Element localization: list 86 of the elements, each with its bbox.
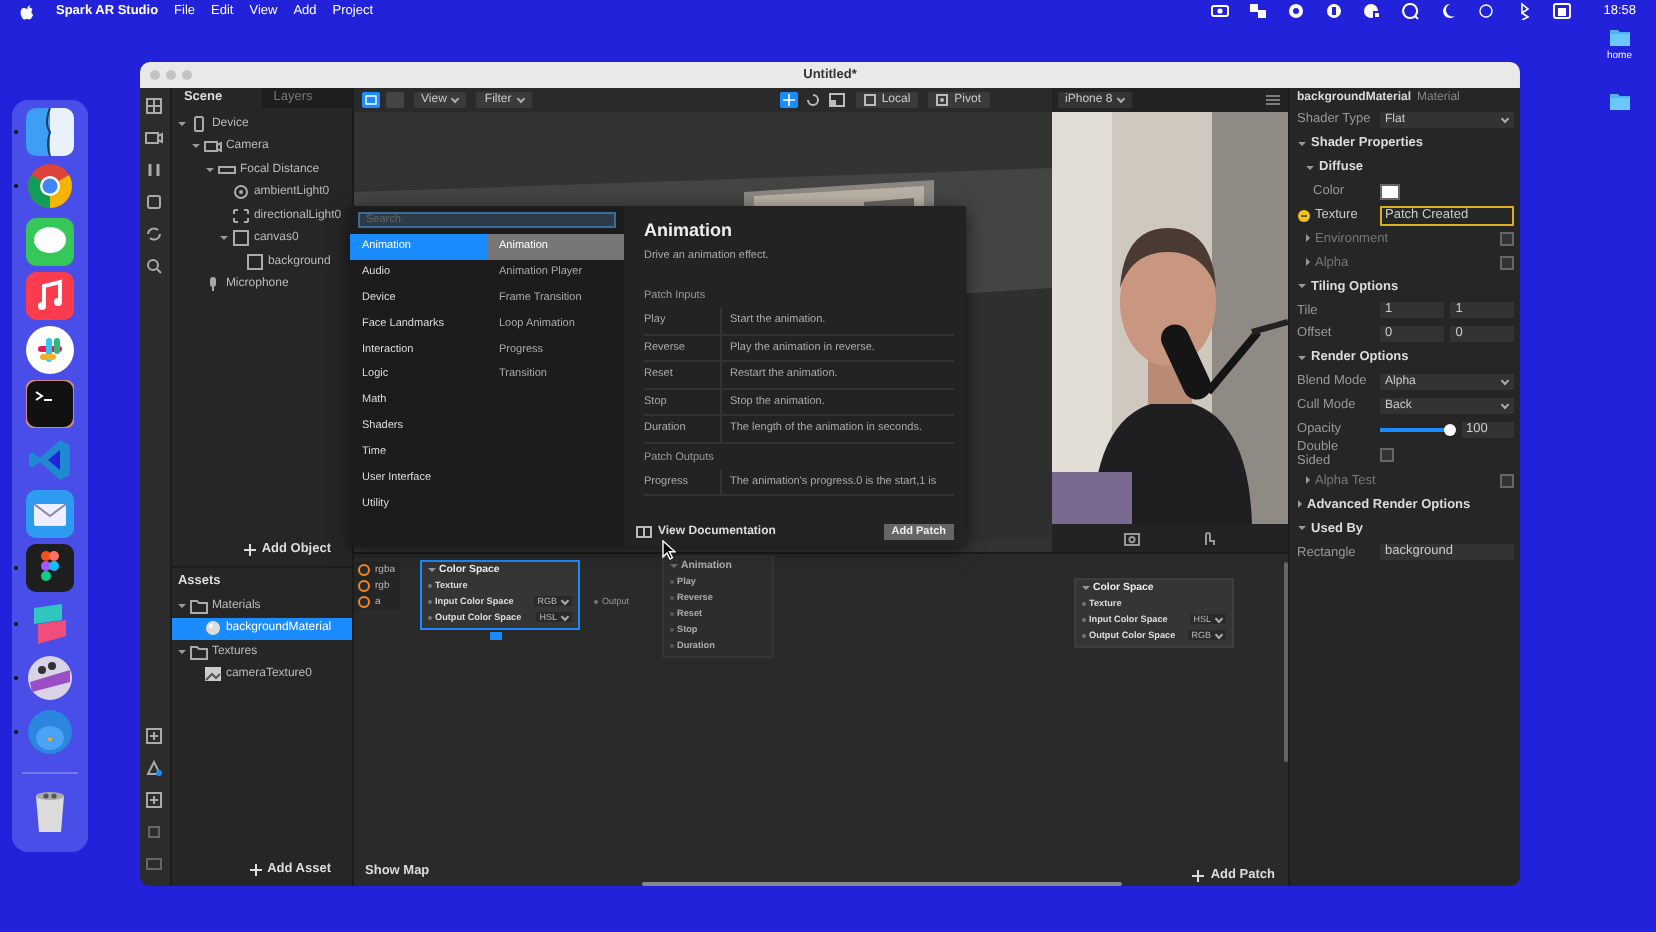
status-icon[interactable] [1399,2,1420,20]
rectangle-icon [217,161,236,178]
chevron-icon [1500,376,1510,385]
caret-icon[interactable] [1297,500,1302,509]
folder-icon [189,597,208,614]
sphere-icon [203,620,222,637]
status-icon[interactable] [1209,2,1230,20]
status-icon[interactable] [1475,2,1496,20]
image-icon [203,666,222,683]
plus-icon [243,543,256,555]
app-icon[interactable] [26,544,74,593]
light-icon [231,184,250,201]
square-icon [231,230,250,247]
device-icon [189,115,208,132]
status-icon[interactable] [1361,2,1382,20]
toolbar-icon[interactable] [144,256,165,276]
caret-icon[interactable] [219,236,228,241]
caret-icon[interactable] [1297,141,1306,146]
caret-icon[interactable] [177,603,186,608]
caret-icon[interactable] [177,121,186,126]
status-icon[interactable] [1285,2,1306,20]
caret-icon[interactable] [1305,476,1310,485]
apple-icon[interactable] [20,3,34,19]
camera-icon [203,138,222,155]
caret-icon[interactable] [177,649,186,654]
app-icon[interactable] [26,271,74,320]
caret-icon[interactable] [1297,284,1306,289]
caret-icon[interactable] [1297,355,1306,360]
scrollbar[interactable] [1283,562,1288,762]
rotate-icon[interactable] [803,92,822,108]
checkbox[interactable] [1500,255,1514,270]
menu-icon[interactable] [1265,94,1280,106]
caret-icon[interactable] [1305,258,1310,267]
color-swatch[interactable] [1379,183,1400,200]
grid-view-icon[interactable] [361,92,380,108]
app-icon[interactable] [26,490,74,539]
plus-icon [1192,869,1205,881]
caret-icon[interactable] [205,167,214,172]
square-icon [245,253,264,270]
plus-icon [249,863,262,875]
caret-icon[interactable] [1297,526,1306,531]
chevron-icon [1500,114,1510,124]
patch-icon[interactable] [1297,209,1310,221]
toolbar-icon[interactable] [144,96,165,116]
chevron-icon [451,94,461,104]
app-icon[interactable] [26,217,74,266]
app-icon[interactable] [26,380,74,429]
toolbar-icon[interactable] [144,758,165,778]
scrollbar[interactable] [641,882,1122,886]
slider-thumb[interactable] [1444,423,1456,436]
app-icon[interactable] [26,108,74,156]
toolbar-icon[interactable] [144,726,165,746]
caret-icon[interactable] [1081,586,1090,590]
folder-icon[interactable] [1607,26,1632,48]
toolbar-icon[interactable] [144,790,165,810]
chevron-icon [1500,400,1510,409]
caret-icon[interactable] [191,144,200,149]
caret-icon[interactable] [1305,234,1310,243]
checkbox[interactable] [1500,231,1514,246]
app-icon[interactable] [26,326,74,375]
checkbox[interactable] [1500,473,1514,488]
chevron-icon [516,94,525,104]
toolbar-icon[interactable] [144,128,165,148]
node-handle[interactable] [489,632,502,640]
chevron-icon [1117,94,1126,104]
toolbar-icon[interactable] [144,160,165,180]
caret-icon[interactable] [669,564,678,568]
move-icon[interactable] [779,92,798,108]
status-icon[interactable] [1247,2,1268,20]
slider-track[interactable] [1379,427,1450,432]
folder-icon [189,643,208,660]
app-icon[interactable] [26,653,74,702]
toolbar-icon[interactable] [144,192,165,212]
checkbox[interactable] [1379,447,1394,462]
screenshot-icon[interactable] [1123,531,1140,545]
light-icon [231,207,250,224]
app-icon[interactable] [26,162,74,211]
status-icon[interactable] [1323,2,1344,20]
cursor-icon [662,540,676,560]
target-icon [936,94,949,106]
caret-icon[interactable] [427,568,436,572]
folder-icon[interactable] [1607,90,1632,112]
status-icon[interactable] [1437,2,1458,20]
toolbar-icon[interactable] [144,224,165,244]
status-icon[interactable] [1551,2,1572,20]
caret-icon[interactable] [1305,165,1314,170]
